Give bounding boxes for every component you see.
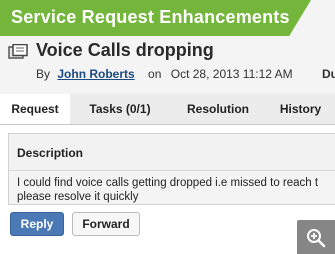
ticket-icon: [8, 44, 28, 59]
due-label-truncated: Du: [322, 67, 335, 81]
reply-button[interactable]: Reply: [10, 212, 64, 236]
description-panel: Description I could find voice calls get…: [8, 133, 335, 205]
title-row: Voice Calls dropping: [0, 38, 335, 64]
author-link[interactable]: John Roberts: [57, 67, 134, 81]
request-tabs: Request Tasks (0/1) Resolution History: [0, 94, 335, 125]
ticket-title: Voice Calls dropping: [36, 40, 214, 60]
banner-title: Service Request Enhancements: [11, 7, 290, 27]
zoom-in-icon: [307, 229, 326, 248]
zoom-button[interactable]: [297, 220, 335, 254]
description-line: please resolve it quickly: [17, 191, 139, 203]
description-line: I could find voice calls getting dropped…: [17, 177, 319, 189]
created-datetime: Oct 28, 2013 11:12 AM: [170, 67, 293, 81]
description-header: Description: [9, 134, 335, 171]
tab-request[interactable]: Request: [0, 94, 71, 124]
by-label: By: [36, 67, 51, 81]
on-label: on: [148, 67, 162, 81]
forward-button[interactable]: Forward: [72, 212, 140, 236]
description-label: Description: [17, 146, 84, 160]
feature-banner: Service Request Enhancements: [0, 0, 311, 36]
service-request-page: Voice Calls dropping By John Roberts on …: [0, 0, 335, 254]
tab-history[interactable]: History: [266, 94, 335, 123]
ticket-meta: By John Roberts on Oct 28, 2013 11:12 AM: [36, 67, 293, 81]
tab-resolution[interactable]: Resolution: [170, 94, 267, 123]
description-text: I could find voice calls getting dropped…: [17, 176, 335, 204]
tab-tasks[interactable]: Tasks (0/1): [70, 94, 171, 123]
